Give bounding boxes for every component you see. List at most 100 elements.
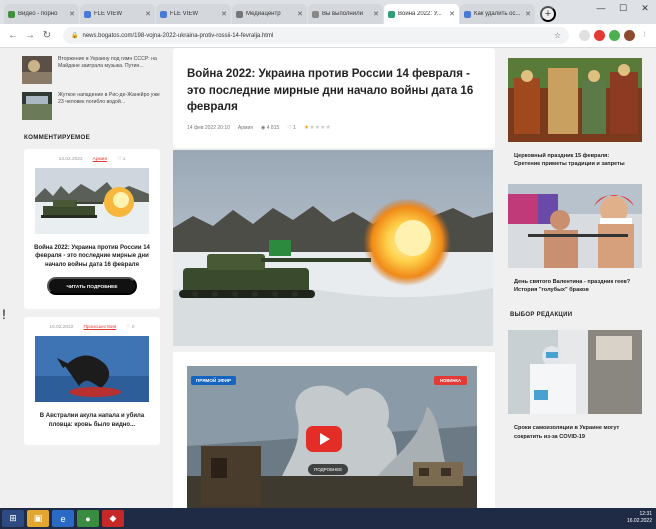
- extension-icon[interactable]: [609, 30, 620, 41]
- maximize-icon[interactable]: ☐: [612, 0, 634, 18]
- opera-extension-icon[interactable]: [594, 30, 605, 41]
- tab-close-icon[interactable]: ✕: [69, 10, 75, 18]
- page-content: Вторжение в Украину под гимн СССР: на Ма…: [0, 48, 656, 508]
- hero-image: [173, 150, 493, 346]
- browser-tab[interactable]: Вы выполнили ✕: [308, 4, 383, 24]
- start-button-icon[interactable]: ⊞: [2, 510, 24, 527]
- tab-favicon-icon: [236, 10, 243, 18]
- extension-icon[interactable]: [579, 30, 590, 41]
- tab-favicon-icon: [312, 10, 319, 18]
- clock-date: 16.02.2022: [626, 518, 652, 524]
- commented-card: 16.02.2022 Происшествия ♡ 0 В Австралии …: [24, 317, 160, 445]
- stray-glyph: !: [2, 306, 6, 322]
- profile-avatar-icon[interactable]: [624, 30, 635, 41]
- video-player[interactable]: ПРЯМОЙ ЭФИР НОВИНКА ПОДРОБНЕЕ: [187, 366, 477, 508]
- tab-label: Как удалить ос...: [474, 11, 521, 17]
- close-window-icon[interactable]: ✕: [634, 0, 656, 18]
- editors-choice-title: ВЫБОР РЕДАКЦИИ: [510, 312, 573, 319]
- tab-label: Медиацентр: [246, 11, 281, 17]
- window-controls: — ☐ ✕: [590, 0, 656, 18]
- lock-icon: 🔒: [71, 33, 79, 39]
- minimize-icon[interactable]: —: [590, 0, 612, 18]
- mini-news-thumbnail[interactable]: [22, 56, 52, 84]
- read-more-button[interactable]: ЧИТАТЬ ПОДРОБНЕЕ: [47, 277, 137, 296]
- card-category-link[interactable]: Происшествия: [83, 325, 116, 330]
- article-comments: ♡ 1: [287, 124, 296, 131]
- mini-news-text[interactable]: Жуткое нападение в Рис-де-Жанейро уже 23…: [58, 92, 162, 120]
- article-meta: 14 фев 2022 20:10 Армия ◉ 4 815 ♡ 1 ★★★★…: [187, 124, 481, 132]
- browser-tab[interactable]: Как удалить ос... ✕: [460, 4, 535, 24]
- card-title[interactable]: В Австралии акула напала и убила пловца:…: [34, 412, 150, 429]
- star-icon[interactable]: ★: [325, 125, 330, 131]
- new-badge: НОВИНКА: [434, 376, 467, 385]
- commented-section-title: КОММЕНТИРУЕМОЕ: [24, 134, 91, 141]
- app-icon[interactable]: ◆: [102, 510, 124, 527]
- right-sidebar: Церковный праздник 15 февраля: Сретение …: [508, 48, 642, 457]
- url-field[interactable]: 🔒 news.bogatos.com/198-vojna-2022-ukrain…: [63, 27, 569, 44]
- card-date: 14.02.2022: [58, 157, 83, 162]
- tab-close-icon[interactable]: ✕: [145, 10, 151, 18]
- tab-close-icon[interactable]: ✕: [525, 10, 531, 18]
- article-category[interactable]: Армия: [238, 125, 253, 131]
- rating-stars[interactable]: ★★★★★: [304, 124, 331, 131]
- browser-tab[interactable]: Медиацентр ✕: [232, 4, 307, 24]
- article-views: ◉ 4 815: [260, 124, 280, 131]
- news-title[interactable]: День святого Валентина - праздник геев? …: [514, 278, 632, 294]
- card-meta: 16.02.2022 Происшествия ♡ 0: [32, 325, 152, 330]
- back-arrow-icon[interactable]: ←: [6, 30, 20, 41]
- browser-tab[interactable]: Видео - порно ✕: [4, 4, 79, 24]
- article-title: Война 2022: Украина против России 14 фев…: [187, 68, 474, 114]
- browser-tab[interactable]: Война 2022: У... ✕: [384, 4, 459, 24]
- mini-news-thumbnail[interactable]: [22, 92, 52, 120]
- article-date: 14 фев 2022 20:10: [187, 124, 230, 131]
- news-image[interactable]: [508, 184, 642, 269]
- card-title[interactable]: Война 2022: Украина против России 14 фев…: [34, 244, 150, 269]
- tab-close-icon[interactable]: ✕: [449, 10, 455, 18]
- editors-pick-title[interactable]: Сроки самоизоляции в Украине могут сокра…: [514, 424, 632, 440]
- tab-favicon-icon: [84, 10, 91, 18]
- ie-icon[interactable]: e: [52, 510, 74, 527]
- menu-dots-icon[interactable]: ⋮: [639, 30, 650, 41]
- forward-arrow-icon[interactable]: →: [23, 30, 37, 41]
- address-bar: ← → ↻ 🔒 news.bogatos.com/198-vojna-2022-…: [0, 24, 656, 48]
- mini-news-item[interactable]: Вторжение в Украину под гимн СССР: на Ма…: [22, 56, 162, 84]
- card-meta: 14.02.2022 Армия ♡ 1: [32, 157, 152, 162]
- clock-time: 12:31: [639, 511, 652, 517]
- tab-close-icon[interactable]: ✕: [297, 10, 303, 18]
- file-explorer-icon[interactable]: ▣: [27, 510, 49, 527]
- new-tab-button[interactable]: +: [540, 6, 556, 22]
- tab-label: Война 2022: У...: [398, 11, 442, 17]
- tab-label: FLE VIEW: [94, 11, 123, 17]
- card-image[interactable]: [35, 336, 149, 403]
- news-image[interactable]: [508, 58, 642, 142]
- left-sidebar: Вторжение в Украину под гимн СССР: на Ма…: [22, 48, 162, 445]
- article-header: Война 2022: Украина против России 14 фев…: [173, 48, 495, 148]
- tab-favicon-icon: [388, 10, 395, 18]
- commented-card: 14.02.2022 Армия ♡ 1 Война 2022: Украина: [24, 149, 160, 310]
- system-clock[interactable]: 12:31 16.02.2022: [627, 511, 652, 525]
- news-title[interactable]: Церковный праздник 15 февраля: Сретение …: [514, 152, 632, 168]
- card-date: 16.02.2022: [49, 325, 74, 331]
- tab-close-icon[interactable]: ✕: [221, 10, 227, 18]
- editors-pick-image[interactable]: [508, 330, 642, 415]
- tab-label: FLE VIEW: [170, 11, 199, 17]
- extension-icons: ⋮: [575, 30, 650, 41]
- bookmark-star-icon[interactable]: ☆: [554, 31, 561, 40]
- card-category-link[interactable]: Армия: [93, 157, 107, 162]
- card-comments: ♡ 1: [117, 157, 126, 162]
- video-more-label[interactable]: ПОДРОБНЕЕ: [308, 464, 349, 475]
- card-comments: ♡ 0: [126, 325, 135, 331]
- play-button[interactable]: [306, 426, 342, 452]
- tab-close-icon[interactable]: ✕: [373, 10, 379, 18]
- chrome-icon[interactable]: ●: [77, 510, 99, 527]
- mini-news-text[interactable]: Вторжение в Украину под гимн СССР: на Ма…: [58, 56, 162, 84]
- browser-tab[interactable]: FLE VIEW ✕: [156, 4, 231, 24]
- browser-tab[interactable]: FLE VIEW ✕: [80, 4, 155, 24]
- mini-news-item[interactable]: Жуткое нападение в Рис-де-Жанейро уже 23…: [22, 92, 162, 120]
- tab-favicon-icon: [8, 10, 15, 18]
- card-image[interactable]: [35, 168, 149, 234]
- tab-favicon-icon: [464, 10, 471, 18]
- live-badge: ПРЯМОЙ ЭФИР: [191, 376, 237, 385]
- video-block: ПРЯМОЙ ЭФИР НОВИНКА ПОДРОБНЕЕ: [173, 352, 495, 508]
- reload-icon[interactable]: ↻: [40, 30, 54, 41]
